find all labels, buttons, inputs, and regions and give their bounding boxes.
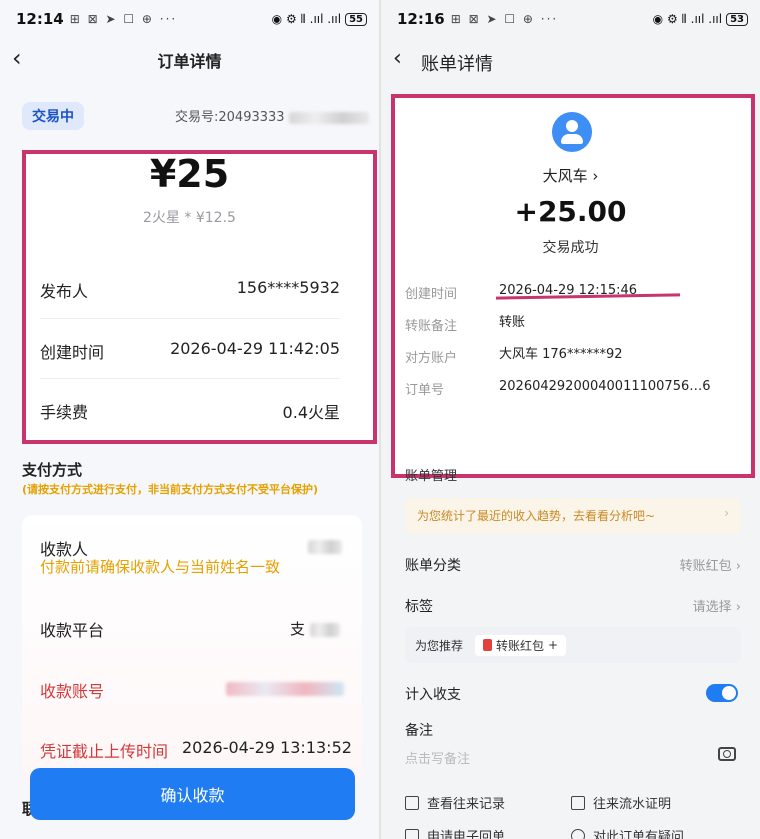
- records-icon: [405, 795, 419, 810]
- payment-method-title: 支付方式: [22, 461, 83, 479]
- page-title: 账单详情: [421, 54, 493, 75]
- redacted-blur: [226, 682, 344, 696]
- count-toggle[interactable]: [706, 684, 738, 702]
- platform-value-text: 支: [290, 620, 306, 638]
- status-bar: 12:14 ⊞ ⊠ ➤ ☐ ⊕ ··· ◉ ⚙ ⦀ .ııl .ııl 55: [0, 0, 379, 38]
- note-input[interactable]: 点击写备注: [405, 748, 470, 767]
- status-time: 12:14: [16, 10, 64, 28]
- row-value: 请选择 ›: [692, 600, 741, 615]
- back-icon[interactable]: ‹: [393, 46, 402, 71]
- payee-warning: 付款前请确保收款人与当前姓名一致: [40, 558, 281, 576]
- status-app-icons: ⊞ ⊠ ➤ ☐ ⊕ ···: [69, 12, 178, 26]
- recommend-chip[interactable]: 转账红包 +: [475, 634, 567, 656]
- row-label: 备注: [405, 723, 433, 739]
- highlight-box: [22, 150, 377, 444]
- row-label: 标签: [405, 599, 433, 615]
- link-label: 查看往来记录: [427, 797, 506, 812]
- confirm-receipt-button[interactable]: 确认收款: [30, 768, 355, 820]
- nav-bar: ‹ 订单详情: [0, 42, 379, 78]
- status-badge: 交易中: [22, 102, 84, 130]
- transaction-id: 交易号:20493333: [175, 106, 369, 125]
- question-icon: [571, 828, 585, 839]
- status-app-icons: ⊞ ⊠ ➤ ☐ ⊕ ···: [450, 12, 559, 26]
- deadline-value: 2026-04-29 13:13:52: [182, 738, 352, 757]
- recommend-bar: 为您推荐 转账红包 +: [405, 627, 741, 663]
- page-title: 订单详情: [157, 52, 222, 71]
- chip-label: 转账红包: [496, 638, 545, 653]
- status-bar: 12:16 ⊞ ⊠ ➤ ☐ ⊕ ··· ◉ ⚙ ⦀ .ııl .ııl 53: [381, 0, 760, 38]
- chevron-right-icon: ›: [724, 506, 729, 520]
- income-trend-tip[interactable]: 为您统计了最近的收入趋势，去看看分析吧~ ›: [405, 498, 741, 534]
- camera-icon[interactable]: [718, 747, 736, 761]
- row-value: 转账红包 ›: [679, 559, 741, 574]
- status-system-icons: ◉ ⚙ ⦀ .ııl .ııl 55: [272, 12, 367, 27]
- battery-icon: 53: [726, 12, 748, 26]
- signal-icons: ◉ ⚙ ⦀ .ııl .ııl: [652, 11, 723, 26]
- status-system-icons: ◉ ⚙ ⦀ .ııl .ııl 53: [653, 12, 748, 27]
- redacted-blur: [288, 111, 369, 124]
- link-label: 对此订单有疑问: [593, 830, 685, 839]
- count-in-row: 计入收支: [405, 684, 741, 704]
- deadline-label: 凭证截止上传时间: [40, 742, 169, 761]
- question-link[interactable]: 对此订单有疑问: [571, 826, 684, 839]
- note-row: 备注: [405, 720, 741, 740]
- row-label: 计入收支: [405, 687, 461, 703]
- statement-proof-link[interactable]: 往来流水证明: [571, 793, 671, 812]
- link-label: 申请电子回单: [427, 830, 506, 839]
- bill-category-row[interactable]: 账单分类 转账红包 ›: [405, 555, 741, 575]
- red-packet-icon: [483, 639, 493, 651]
- right-screenshot-panel: 12:16 ⊞ ⊠ ➤ ☐ ⊕ ··· ◉ ⚙ ⦀ .ııl .ııl 53 ‹…: [381, 0, 760, 839]
- tag-row[interactable]: 标签 请选择 ›: [405, 596, 741, 616]
- document-icon: [571, 795, 585, 810]
- recommend-label: 为您推荐: [415, 638, 464, 653]
- account-label: 收款账号: [40, 682, 105, 701]
- link-label: 往来流水证明: [593, 797, 672, 812]
- row-label: 账单分类: [405, 558, 461, 574]
- transaction-id-text: 交易号:20493333: [175, 110, 285, 125]
- status-time: 12:16: [397, 10, 445, 28]
- highlight-box: [391, 94, 755, 478]
- signal-icons: ◉ ⚙ ⦀ .ııl .ııl: [271, 11, 342, 26]
- payment-method-hint: (请按支付方式进行支付，非当前支付方式支付不受平台保护): [22, 483, 319, 496]
- platform-value: 支: [290, 618, 340, 639]
- mail-icon: [405, 828, 419, 839]
- view-records-link[interactable]: 查看往来记录: [405, 793, 505, 812]
- redacted-blur: [308, 540, 342, 554]
- nav-bar: ‹ 账单详情: [381, 46, 760, 76]
- e-receipt-link[interactable]: 申请电子回单: [405, 826, 505, 839]
- bill-management-title: 账单管理: [405, 469, 458, 484]
- redacted-blur: [309, 622, 340, 637]
- tip-text: 为您统计了最近的收入趋势，去看看分析吧~: [417, 509, 656, 523]
- plus-icon: +: [548, 638, 559, 652]
- left-screenshot-panel: 12:14 ⊞ ⊠ ➤ ☐ ⊕ ··· ◉ ⚙ ⦀ .ııl .ııl 55 ‹…: [0, 0, 379, 839]
- battery-icon: 55: [345, 12, 367, 26]
- platform-label: 收款平台: [40, 621, 105, 640]
